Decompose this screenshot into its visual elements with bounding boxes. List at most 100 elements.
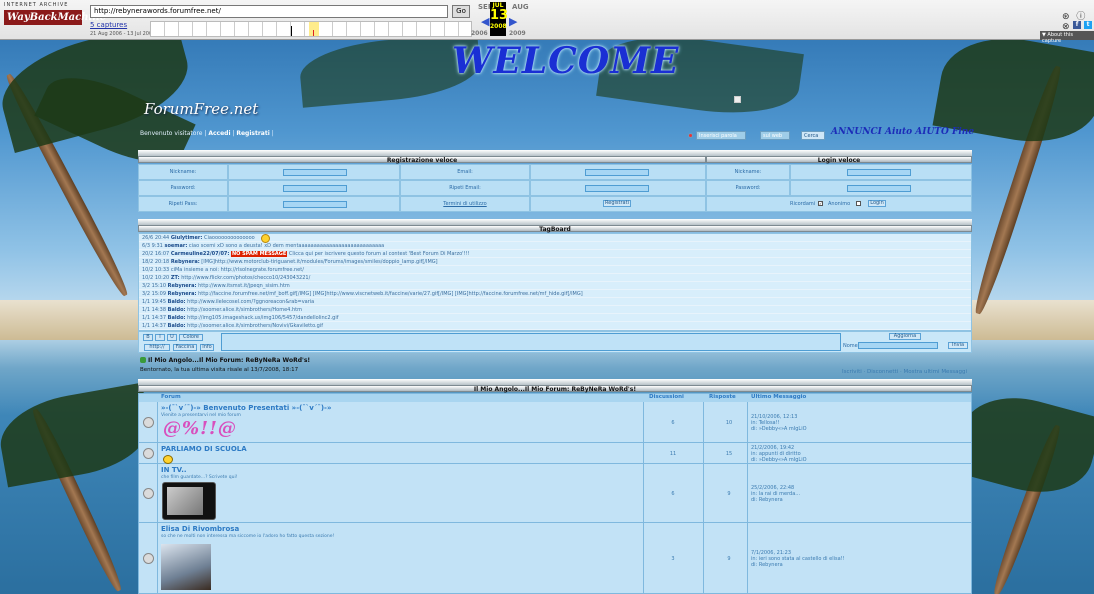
tag-user[interactable]: Baldo:: [168, 299, 186, 305]
tool-button-2[interactable]: U: [167, 334, 177, 341]
forum-row[interactable]: PARLIAMO DI SCUOLA 11 15 21/2/2006, 19:42 in…: [139, 443, 971, 464]
forum-status-icon: [143, 553, 154, 564]
next-arrow-icon[interactable]: ▶: [509, 15, 517, 28]
forumfree-logo[interactable]: ForumFree.net: [144, 100, 258, 118]
header-right-links[interactable]: ANNUNCI Aiuto AIUTO Fine: [831, 127, 974, 137]
forum-status-icon: [143, 417, 154, 428]
send-button[interactable]: Invia: [948, 342, 968, 349]
tag-user[interactable]: Giulytimer:: [171, 235, 203, 241]
wayback-logo-main: WayBackMachine: [4, 10, 106, 25]
forum-replies: 9: [727, 556, 731, 562]
last-author[interactable]: di: Rebynera: [751, 497, 800, 503]
section-title[interactable]: Il Mio Angolo...Il Mio Forum: ReByNeRa W…: [138, 385, 972, 393]
tag-user[interactable]: Baldo:: [168, 315, 186, 321]
forum-title[interactable]: IN TV..: [161, 466, 187, 474]
login-nickname-input[interactable]: [847, 169, 911, 176]
forum-row[interactable]: IN TV.. che film guardate...? Scrivete qu…: [139, 464, 971, 523]
captures-link[interactable]: 5 captures: [90, 21, 127, 29]
facebook-icon[interactable]: f: [1073, 21, 1081, 29]
tag-user[interactable]: Baldo:: [168, 307, 186, 313]
remember-checkbox[interactable]: ✓: [818, 201, 823, 206]
tag-text[interactable]: http://xoomer.alice.it/simbrothers/Home4…: [187, 307, 302, 313]
forum-title[interactable]: »-(¯`v´¯)-» Benvenuto Presentati »-(¯`v´…: [161, 404, 332, 412]
search-input[interactable]: Inserisci parola: [696, 131, 746, 140]
terms-link[interactable]: Termini di utilizzo: [400, 196, 530, 212]
register-button[interactable]: Registrati: [603, 200, 631, 207]
col-separator: [747, 402, 748, 443]
tag-text[interactable]: Ciaoooooooooooooo: [204, 235, 255, 241]
capture-date-range: 21 Aug 2006 - 13 Jul 2008: [90, 31, 156, 37]
tool-button-3[interactable]: Colore: [179, 334, 203, 341]
twitter-icon[interactable]: t: [1084, 21, 1092, 29]
wayback-url-input[interactable]: http://rebynerawords.forumfree.net/: [90, 5, 448, 18]
tag-time: 1/1 14:38: [142, 307, 167, 313]
tag-user[interactable]: Carmeuline22/07/07:: [171, 251, 230, 257]
login-password-input[interactable]: [847, 185, 911, 192]
tag-user[interactable]: Baldo:: [168, 323, 186, 329]
about-capture-button[interactable]: ▼ About this capture: [1040, 31, 1094, 44]
tagboard-message-input[interactable]: [221, 333, 841, 351]
password-input[interactable]: [283, 185, 347, 192]
tag-text[interactable]: http://www.ilelecosel.com/?ggnoreacon&ra…: [187, 299, 314, 305]
email-input[interactable]: [585, 169, 649, 176]
repeat-pass-label: Ripeti Pass:: [138, 196, 228, 212]
spam-badge: NO SPAM MESSAGE: [231, 251, 288, 257]
login-link[interactable]: Accedi: [208, 130, 230, 137]
forum-last-message[interactable]: 21/10/2006, 12:13 in: Tellosa!! di: »Debby…: [751, 414, 807, 432]
tag-user[interactable]: ZT:: [171, 275, 180, 281]
search-logo-icon: [688, 133, 693, 138]
tag-user[interactable]: Rebynera:: [171, 259, 200, 265]
repeat-pass-input[interactable]: [283, 201, 347, 208]
tool-button-1[interactable]: I: [155, 334, 165, 341]
broken-image-icon: [734, 96, 741, 103]
year-next[interactable]: 2009: [509, 30, 526, 37]
last-author[interactable]: di: Rebynera: [751, 562, 845, 568]
tag-text[interactable]: http://img105.imageshack.us/img106/5457/…: [187, 315, 338, 321]
capture-sparkline[interactable]: [150, 21, 472, 37]
tool2-button-1[interactable]: Faccina: [173, 344, 197, 351]
login-button[interactable]: Login: [868, 200, 886, 207]
register-link[interactable]: Registrati: [236, 130, 269, 137]
year-current: 2008: [490, 23, 507, 30]
forum-last-message[interactable]: 25/2/2006, 22:48 in: la rai di merda... di…: [751, 485, 800, 503]
tag-text[interactable]: ciMa insieme a noi: http://rlsolnegrate.…: [171, 267, 304, 273]
wayback-go-button[interactable]: Go: [452, 5, 470, 18]
search-scope-select[interactable]: sul web: [760, 131, 790, 140]
year-prev[interactable]: 2006: [471, 30, 488, 37]
last-author[interactable]: di: »Debby«»A mIgLiO: [751, 426, 807, 432]
tool2-button-0[interactable]: http://: [144, 344, 170, 351]
anonymous-checkbox[interactable]: [856, 201, 861, 206]
tag-user[interactable]: Rebynera:: [168, 283, 197, 289]
tag-text[interactable]: http://xoomer.alice.it/simbrothers/Noviv…: [187, 323, 323, 329]
repeat-email-input[interactable]: [585, 185, 649, 192]
forum-last-message[interactable]: 21/2/2006, 19:42 in: appunti di diritto di…: [751, 445, 807, 463]
tool-button-0[interactable]: B: [143, 334, 153, 341]
tool2-button-2[interactable]: Info: [200, 344, 214, 351]
month-next[interactable]: AUG: [512, 3, 529, 11]
tagboard-row: 1/1 14:38 Baldo: http://xoomer.alice.it/…: [139, 306, 971, 314]
last-author[interactable]: di: »Debby«»A mIgLiO: [751, 457, 807, 463]
tag-user[interactable]: soemar:: [164, 243, 187, 249]
tag-text[interactable]: http://www.flickr.com/photos/checco10/24…: [181, 275, 310, 281]
tag-text[interactable]: Clicca qui per iscrivere questo forum al…: [289, 251, 470, 257]
nickname-input[interactable]: [283, 169, 347, 176]
forum-row[interactable]: »-(¯`v´¯)-» Benvenuto Presentati »-(¯`v´…: [139, 402, 971, 443]
update-button[interactable]: Aggiorna: [889, 333, 921, 340]
tag-text[interactable]: http://www.itsmst.it/jpeqn_sisim.htm: [198, 283, 290, 289]
tag-text[interactable]: [IMG]http://www.motorclub-tiriguanet.it/…: [201, 259, 437, 265]
tag-text[interactable]: ciao scemi xD sono a deusta! xD dem ment…: [189, 243, 384, 249]
search-button[interactable]: Cerca: [801, 131, 825, 140]
name-input[interactable]: [858, 342, 938, 349]
forum-row[interactable]: Elisa Di Rivombrosa so che ne molti non i…: [139, 523, 971, 594]
board-title[interactable]: Il Mio Angolo...Il Mio Forum: ReByNeRa W…: [148, 357, 310, 364]
forum-last-message[interactable]: 7/1/2006, 21:23 in: ieri sono stata al ca…: [751, 550, 845, 568]
forum-title[interactable]: PARLIAMO DI SCUOLA: [161, 445, 247, 453]
forum-title[interactable]: Elisa Di Rivombrosa: [161, 525, 239, 533]
tag-user[interactable]: Rebynera:: [168, 291, 197, 297]
prev-arrow-icon[interactable]: ◀: [481, 15, 489, 28]
login-nickname-label: Nickname:: [706, 164, 790, 180]
tag-text[interactable]: http://faccine.forumfree.net/mf_boff.gif…: [198, 291, 583, 297]
board-right-links[interactable]: Iscriviti · Disconnetti · Mostra ultimi …: [842, 369, 967, 375]
tag-time: 18/2 20:18: [142, 259, 170, 265]
wayback-logo[interactable]: INTERNET ARCHIVE WayBackMachine: [4, 2, 106, 30]
